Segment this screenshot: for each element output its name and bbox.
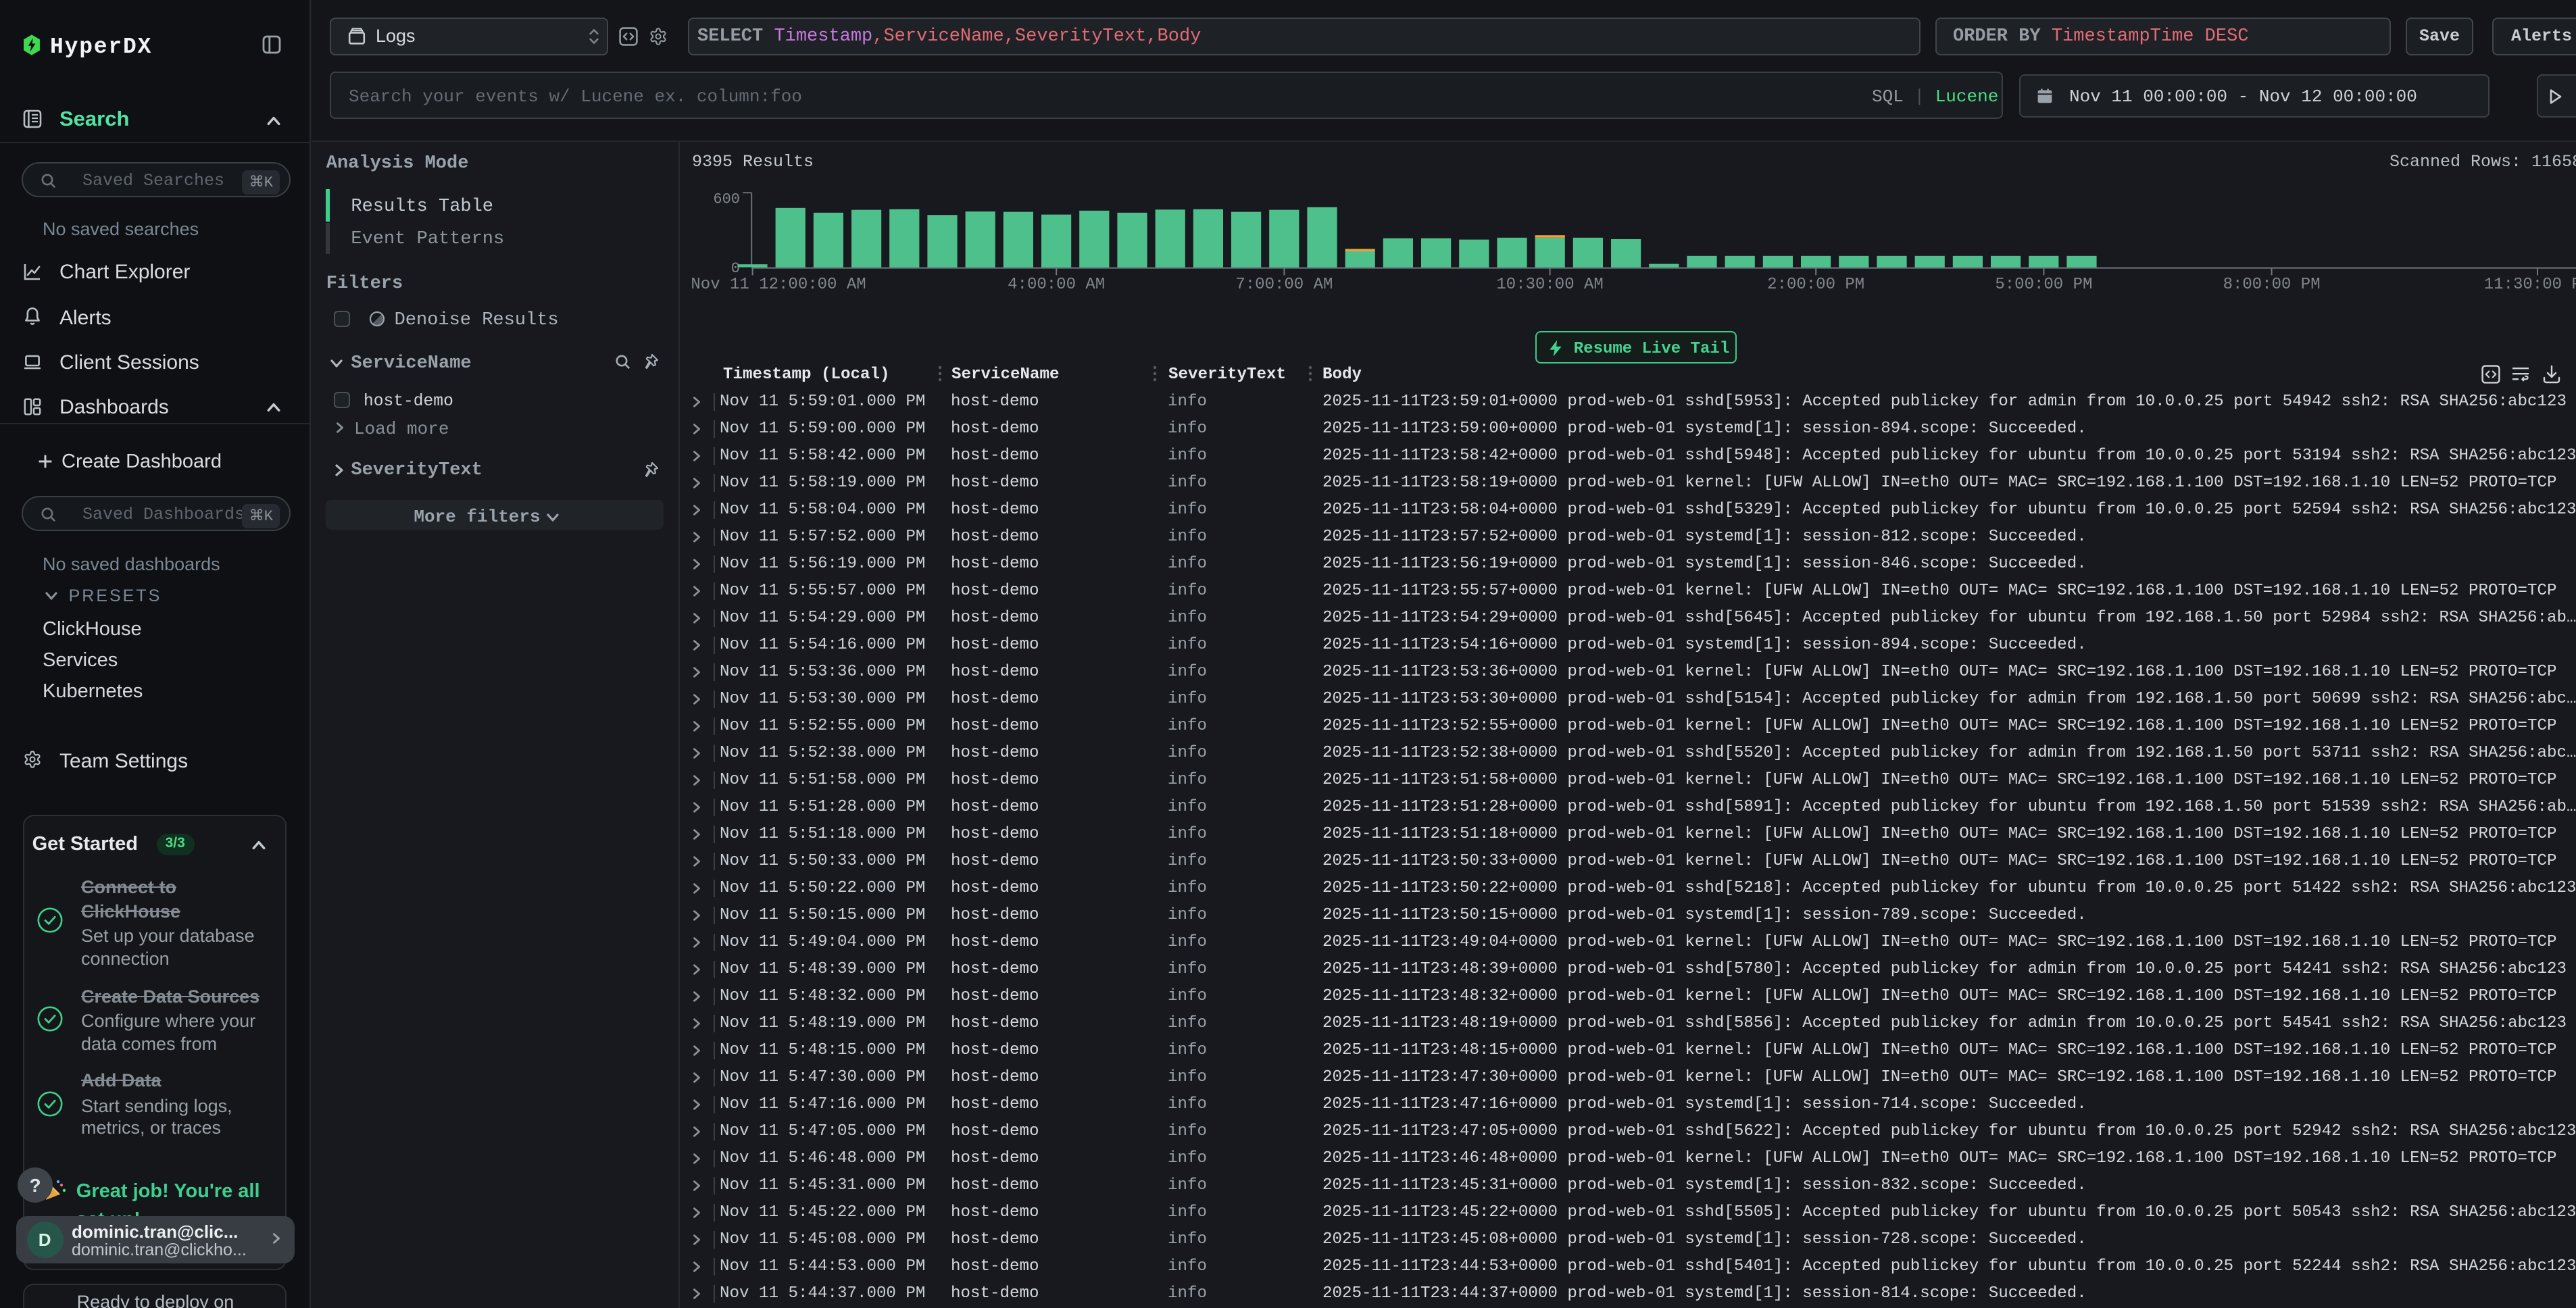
svg-text:5:00:00 PM: 5:00:00 PM: [1994, 276, 2091, 294]
svg-text:8:00:00 PM: 8:00:00 PM: [2223, 276, 2320, 294]
svg-text:10:30:00 AM: 10:30:00 AM: [1495, 276, 1602, 294]
svg-text:Nov 11 12:00:00 AM: Nov 11 12:00:00 AM: [690, 276, 865, 294]
svg-text:11:30:00 PM: 11:30:00 PM: [2483, 276, 2576, 294]
svg-text:600: 600: [712, 191, 739, 208]
svg-text:0: 0: [730, 260, 739, 277]
svg-text:2:00:00 PM: 2:00:00 PM: [1766, 276, 1864, 294]
svg-text:7:00:00 AM: 7:00:00 AM: [1235, 276, 1332, 294]
svg-text:4:00:00 AM: 4:00:00 AM: [1007, 276, 1104, 294]
